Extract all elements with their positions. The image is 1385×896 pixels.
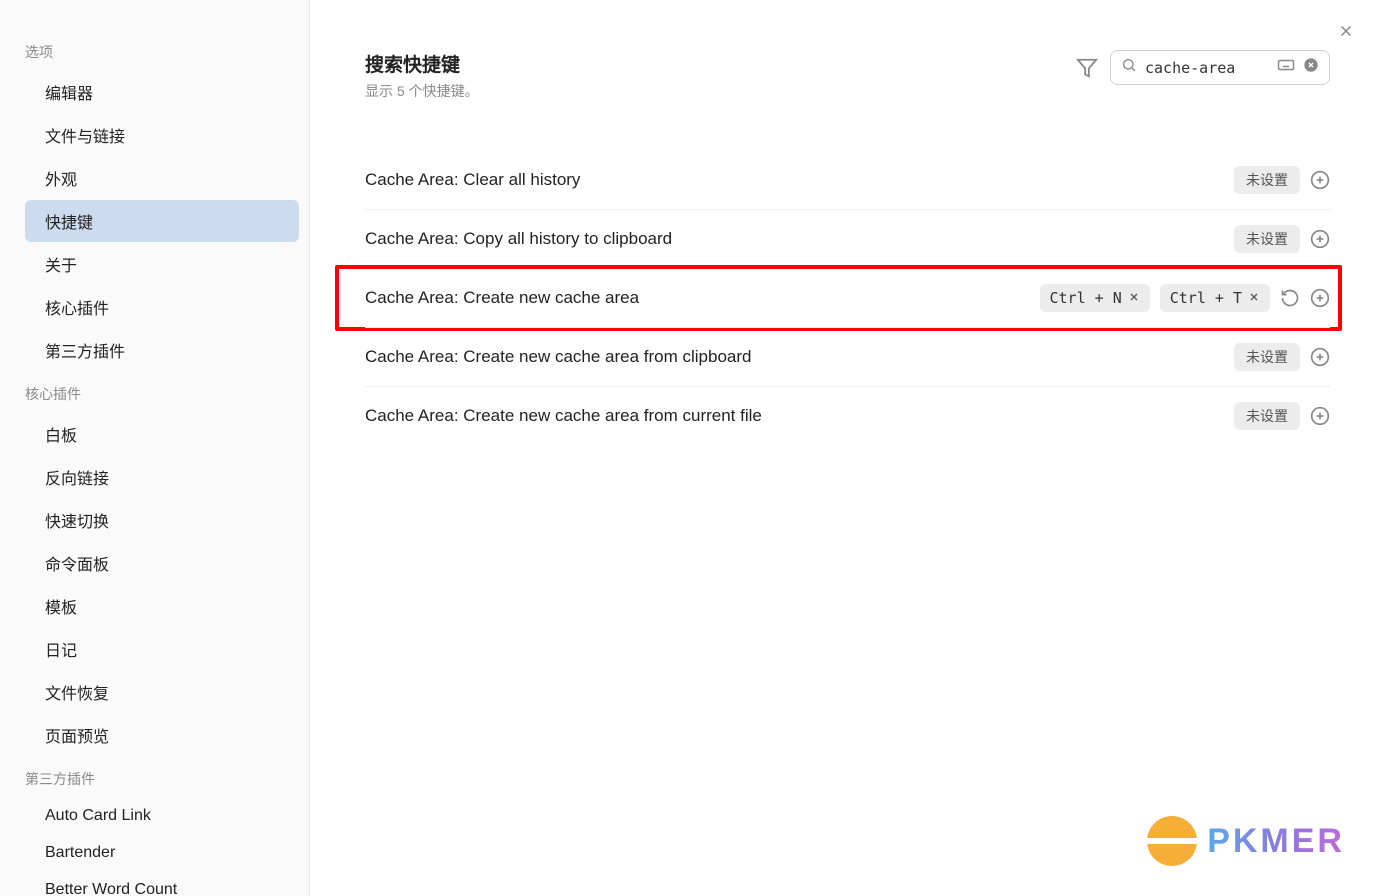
hotkey-chip: Ctrl + N bbox=[1040, 284, 1150, 312]
add-hotkey-icon[interactable] bbox=[1310, 288, 1330, 308]
sidebar-item[interactable]: Bartender bbox=[25, 835, 299, 871]
page-subtitle: 显示 5 个快捷键。 bbox=[365, 81, 479, 101]
settings-window: 选项编辑器文件与链接外观快捷键关于核心插件第三方插件核心插件白板反向链接快速切换… bbox=[0, 0, 1385, 896]
remove-hotkey-icon[interactable] bbox=[1128, 289, 1140, 307]
add-hotkey-icon[interactable] bbox=[1310, 170, 1330, 190]
filter-icon[interactable] bbox=[1076, 57, 1098, 79]
main-panel: 搜索快捷键 显示 5 个快捷键。 bbox=[310, 0, 1385, 896]
keyboard-icon[interactable] bbox=[1277, 58, 1295, 77]
clear-search-icon[interactable] bbox=[1303, 57, 1319, 78]
hotkey-name: Cache Area: Create new cache area from c… bbox=[365, 347, 751, 367]
hotkey-row: Cache Area: Create new cache area Ctrl + … bbox=[365, 268, 1330, 327]
hotkey-name: Cache Area: Create new cache area bbox=[365, 288, 639, 308]
sidebar-item[interactable]: 快捷键 bbox=[25, 200, 299, 242]
sidebar-section-title: 选项 bbox=[25, 30, 299, 70]
sidebar-item[interactable]: 命令面板 bbox=[25, 542, 299, 584]
hotkey-chip-text: Ctrl + T bbox=[1170, 289, 1242, 307]
hotkey-row: Cache Area: Create new cache area from c… bbox=[365, 386, 1330, 445]
watermark-text: PKMER bbox=[1207, 822, 1345, 861]
sidebar-item[interactable]: 核心插件 bbox=[25, 286, 299, 328]
sidebar-section-title: 第三方插件 bbox=[25, 757, 299, 797]
watermark: PKMER bbox=[1147, 816, 1345, 866]
search-icon bbox=[1121, 57, 1137, 78]
hotkey-row: Cache Area: Copy all history to clipboar… bbox=[365, 209, 1330, 268]
hotkey-name: Cache Area: Clear all history bbox=[365, 170, 580, 190]
hotkey-name: Cache Area: Create new cache area from c… bbox=[365, 406, 762, 426]
header-controls bbox=[1076, 50, 1330, 85]
sidebar-item[interactable]: 模板 bbox=[25, 585, 299, 627]
add-hotkey-icon[interactable] bbox=[1310, 229, 1330, 249]
sidebar-item[interactable]: 页面预览 bbox=[25, 714, 299, 756]
sidebar-item[interactable]: 外观 bbox=[25, 157, 299, 199]
page-title: 搜索快捷键 bbox=[365, 50, 479, 77]
sidebar-item[interactable]: 文件与链接 bbox=[25, 114, 299, 156]
sidebar-item[interactable]: 文件恢复 bbox=[25, 671, 299, 713]
search-box[interactable] bbox=[1110, 50, 1330, 85]
hotkey-chip: Ctrl + T bbox=[1160, 284, 1270, 312]
hotkey-controls: 未设置 bbox=[1234, 343, 1330, 371]
unset-badge: 未设置 bbox=[1234, 225, 1300, 253]
sidebar-item[interactable]: 快速切换 bbox=[25, 499, 299, 541]
close-icon[interactable] bbox=[1337, 22, 1355, 45]
sidebar-item[interactable]: 反向链接 bbox=[25, 456, 299, 498]
sidebar-item[interactable]: 关于 bbox=[25, 243, 299, 285]
hotkey-row: Cache Area: Create new cache area from c… bbox=[365, 327, 1330, 386]
hotkey-controls: 未设置 bbox=[1234, 166, 1330, 194]
sidebar-item[interactable]: Auto Card Link bbox=[25, 798, 299, 834]
hotkey-controls: 未设置 bbox=[1234, 402, 1330, 430]
header-text: 搜索快捷键 显示 5 个快捷键。 bbox=[365, 50, 479, 101]
reset-hotkey-icon[interactable] bbox=[1280, 288, 1300, 308]
sidebar-item[interactable]: 白板 bbox=[25, 413, 299, 455]
remove-hotkey-icon[interactable] bbox=[1248, 289, 1260, 307]
add-hotkey-icon[interactable] bbox=[1310, 406, 1330, 426]
header: 搜索快捷键 显示 5 个快捷键。 bbox=[365, 50, 1330, 101]
watermark-logo-icon bbox=[1147, 816, 1197, 866]
sidebar-item[interactable]: 编辑器 bbox=[25, 71, 299, 113]
unset-badge: 未设置 bbox=[1234, 166, 1300, 194]
search-input[interactable] bbox=[1145, 59, 1269, 77]
sidebar-item[interactable]: Better Word Count bbox=[25, 872, 299, 896]
sidebar: 选项编辑器文件与链接外观快捷键关于核心插件第三方插件核心插件白板反向链接快速切换… bbox=[0, 0, 310, 896]
sidebar-section-title: 核心插件 bbox=[25, 372, 299, 412]
unset-badge: 未设置 bbox=[1234, 343, 1300, 371]
hotkey-row: Cache Area: Clear all history 未设置 bbox=[365, 151, 1330, 209]
unset-badge: 未设置 bbox=[1234, 402, 1300, 430]
sidebar-item[interactable]: 日记 bbox=[25, 628, 299, 670]
hotkey-list: Cache Area: Clear all history未设置Cache Ar… bbox=[365, 151, 1330, 445]
hotkey-chip-text: Ctrl + N bbox=[1050, 289, 1122, 307]
hotkey-controls: Ctrl + N Ctrl + T bbox=[1040, 284, 1331, 312]
sidebar-item[interactable]: 第三方插件 bbox=[25, 329, 299, 371]
add-hotkey-icon[interactable] bbox=[1310, 347, 1330, 367]
hotkey-name: Cache Area: Copy all history to clipboar… bbox=[365, 229, 672, 249]
hotkey-controls: 未设置 bbox=[1234, 225, 1330, 253]
